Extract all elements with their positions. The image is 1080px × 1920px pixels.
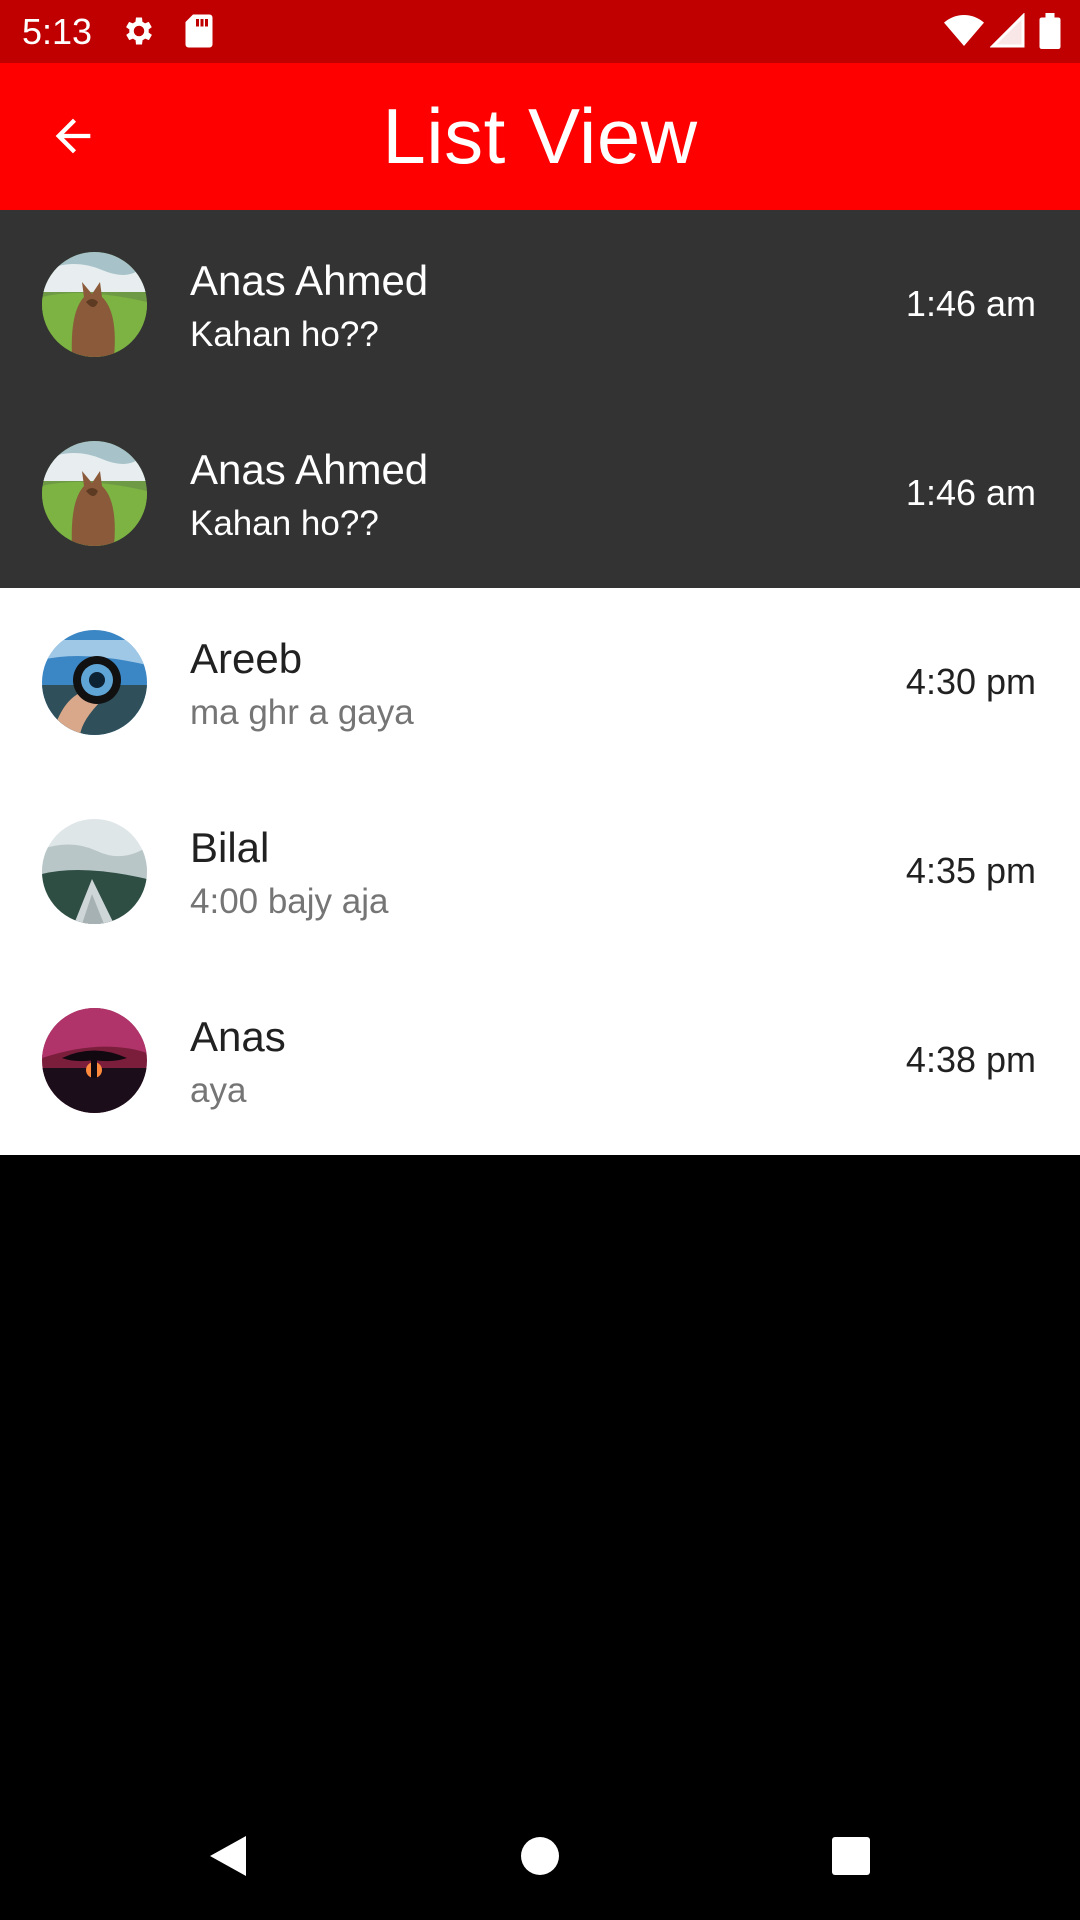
system-nav-bar — [0, 1790, 1080, 1920]
contact-name: Bilal — [190, 824, 270, 871]
message-time: 4:35 pm — [905, 850, 1036, 891]
back-button[interactable] — [38, 103, 108, 173]
message-time: 1:46 am — [905, 472, 1036, 513]
message-time: 4:38 pm — [905, 1039, 1036, 1080]
last-message: Kahan ho?? — [190, 315, 379, 354]
nav-home-icon — [520, 1836, 560, 1881]
contact-name: Areeb — [190, 635, 303, 682]
message-time: 4:30 pm — [905, 661, 1036, 702]
last-message: 4:00 bajy aja — [190, 882, 389, 921]
nav-recents-button[interactable] — [821, 1828, 881, 1888]
last-message: Kahan ho?? — [190, 504, 379, 543]
status-time: 5:13 — [22, 11, 93, 52]
list-item[interactable]: Anas Ahmed Kahan ho?? 1:46 am — [0, 399, 1080, 588]
contact-name: Anas Ahmed — [190, 446, 429, 493]
avatar — [42, 441, 147, 546]
nav-home-button[interactable] — [510, 1828, 570, 1888]
chat-list: Anas Ahmed Kahan ho?? 1:46 am Anas Ahmed… — [0, 210, 1080, 1155]
arrow-back-icon — [47, 110, 99, 167]
status-bar: 5:13 — [0, 0, 1080, 63]
gear-icon — [121, 13, 157, 54]
page-title: List View — [382, 92, 698, 180]
avatar — [42, 1008, 147, 1113]
avatar — [42, 819, 147, 924]
list-item[interactable]: Anas aya 4:38 pm — [0, 966, 1080, 1155]
wifi-icon — [944, 13, 984, 54]
nav-back-button[interactable] — [198, 1828, 258, 1888]
list-item[interactable]: Areeb ma ghr a gaya 4:30 pm — [0, 588, 1080, 777]
nav-recents-icon — [831, 1836, 871, 1881]
battery-icon — [1039, 13, 1061, 54]
app-bar: List View — [0, 63, 1080, 210]
list-item[interactable]: Anas Ahmed Kahan ho?? 1:46 am — [0, 210, 1080, 399]
avatar — [42, 252, 147, 357]
list-item[interactable]: Bilal 4:00 bajy aja 4:35 pm — [0, 777, 1080, 966]
last-message: ma ghr a gaya — [190, 693, 414, 732]
last-message: aya — [190, 1071, 247, 1110]
signal-icon — [989, 12, 1026, 54]
nav-back-icon — [206, 1832, 250, 1885]
contact-name: Anas Ahmed — [190, 257, 429, 304]
sd-card-icon — [184, 13, 214, 54]
contact-name: Anas — [190, 1013, 286, 1060]
avatar — [42, 630, 147, 735]
message-time: 1:46 am — [905, 283, 1036, 324]
